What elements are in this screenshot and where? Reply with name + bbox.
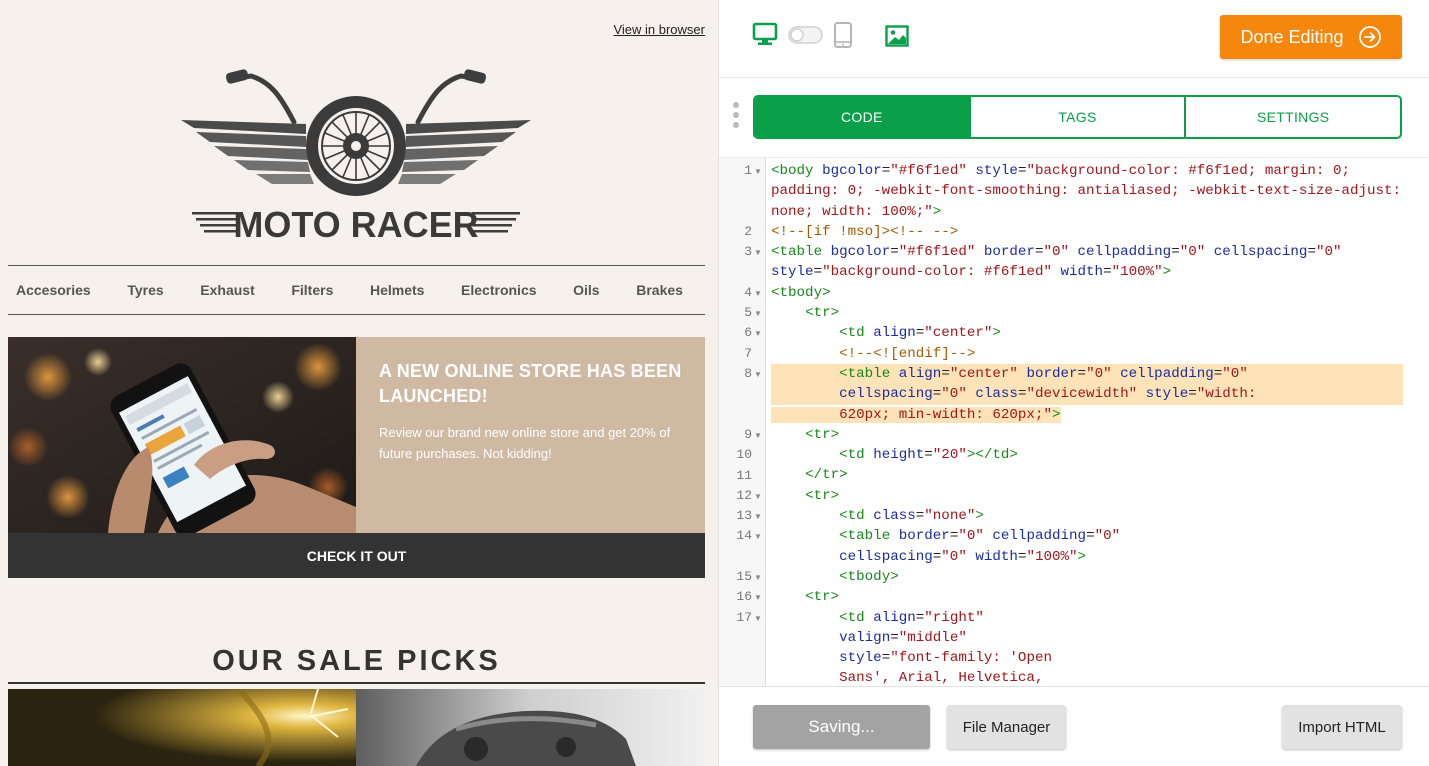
- code-line[interactable]: <table align="center" border="0" cellpad…: [771, 363, 1426, 385]
- code-editor[interactable]: 1 ▼ 2 3 ▼ 4 ▼ 5 ▼ 6 ▼ 7 8 ▼ 9 ▼ 10 11 12 ▼ 13 ▼ 14 ▼ 15 ▼ 16 ▼ 17 ▼ <…: [719, 157, 1429, 686]
- code-editor-panel: Done Editing CODE TAGS SETTINGS 1 ▼ 2 3 ▼ 4 ▼ 5…: [718, 0, 1429, 766]
- fold-arrow-icon[interactable]: ▼: [754, 492, 762, 501]
- highlighted-code: <table align="center" border="0" cellpad…: [771, 363, 1403, 385]
- line-number: 11: [736, 467, 752, 483]
- code-line[interactable]: <body bgcolor="#f6f1ed" style="backgroun…: [771, 161, 1426, 181]
- fold-arrow-icon[interactable]: ▼: [754, 431, 762, 440]
- code-line[interactable]: valign="middle": [771, 628, 1426, 648]
- code-line[interactable]: <tr>: [771, 425, 1426, 445]
- done-editing-button[interactable]: Done Editing: [1220, 15, 1402, 59]
- line-number: 2: [744, 223, 752, 239]
- nav-item-exhaust[interactable]: Exhaust: [200, 282, 254, 298]
- import-html-button[interactable]: Import HTML: [1282, 705, 1402, 749]
- saving-button[interactable]: Saving...: [753, 705, 930, 749]
- fold-arrow-icon[interactable]: ▼: [754, 329, 762, 338]
- editor-toolbar: Done Editing: [719, 0, 1429, 78]
- image-icon[interactable]: [885, 25, 909, 47]
- code-line[interactable]: Sans', Arial, Helvetica,: [771, 668, 1426, 686]
- fold-arrow-icon[interactable]: ▼: [754, 248, 762, 257]
- line-number-gutter: 1 ▼ 2 3 ▼ 4 ▼ 5 ▼ 6 ▼ 7 8 ▼ 9 ▼ 10 11 12 ▼ 13 ▼ 14 ▼ 15 ▼ 16 ▼ 17 ▼: [719, 158, 766, 686]
- code-line[interactable]: <!--<![endif]-->: [771, 344, 1426, 364]
- brand-name: MOTO RACER: [233, 204, 478, 245]
- fold-arrow-icon[interactable]: ▼: [754, 593, 762, 602]
- view-in-browser-link[interactable]: View in browser: [613, 22, 705, 37]
- highlighted-code: cellspacing="0" class="devicewidth" styl…: [771, 384, 1403, 405]
- file-manager-button[interactable]: File Manager: [947, 705, 1066, 749]
- code-line[interactable]: <tr>: [771, 303, 1426, 323]
- code-line[interactable]: none; width: 100%;">: [771, 202, 1426, 222]
- check-it-out-button[interactable]: CHECK IT OUT: [8, 533, 705, 578]
- hero-body: Review our brand new online store and ge…: [379, 425, 671, 461]
- sale-pick-image-light[interactable]: [8, 689, 356, 766]
- fold-arrow-icon[interactable]: ▼: [754, 167, 762, 176]
- view-toggle[interactable]: [788, 26, 823, 44]
- code-text[interactable]: <body bgcolor="#f6f1ed" style="backgroun…: [771, 161, 1426, 686]
- moto-racer-logo: MOTO RACER: [181, 69, 531, 245]
- fold-arrow-icon[interactable]: ▼: [754, 532, 762, 541]
- code-line[interactable]: <td align="center">: [771, 323, 1426, 343]
- tab-tags[interactable]: TAGS: [968, 97, 1185, 137]
- code-line[interactable]: <td class="none">: [771, 506, 1426, 526]
- tab-code[interactable]: CODE: [755, 97, 969, 137]
- nav-item-filters[interactable]: Filters: [291, 282, 333, 298]
- code-line[interactable]: <table bgcolor="#f6f1ed" border="0" cell…: [771, 242, 1426, 262]
- line-number: 7: [744, 345, 752, 361]
- code-line[interactable]: </tr>: [771, 465, 1426, 485]
- nav-item-helmets[interactable]: Helmets: [370, 282, 424, 298]
- code-line[interactable]: style="font-family: 'Open: [771, 648, 1426, 668]
- editor-footer: Saving... File Manager Import HTML: [719, 686, 1429, 766]
- code-line[interactable]: <tbody>: [771, 283, 1426, 303]
- nav-item-brakes[interactable]: Brakes: [636, 282, 683, 298]
- code-line[interactable]: cellspacing="0" width="100%">: [771, 547, 1426, 567]
- code-line[interactable]: <tbody>: [771, 567, 1426, 587]
- code-line[interactable]: <tr>: [771, 587, 1426, 607]
- fold-arrow-icon[interactable]: ▼: [754, 289, 762, 298]
- code-line[interactable]: <!--[if !mso]><!-- -->: [771, 222, 1426, 242]
- nav-item-accesories[interactable]: Accesories: [16, 282, 91, 298]
- drag-handle[interactable]: [733, 102, 741, 132]
- category-nav: Accesories Tyres Exhaust Filters Helmets…: [8, 265, 705, 315]
- code-line[interactable]: <td height="20"></td>: [771, 445, 1426, 465]
- fold-arrow-icon[interactable]: ▼: [754, 573, 762, 582]
- sale-divider: [8, 682, 705, 684]
- desktop-icon[interactable]: [752, 22, 778, 46]
- fold-arrow-icon[interactable]: ▼: [754, 309, 762, 318]
- code-line[interactable]: <tr>: [771, 486, 1426, 506]
- code-line[interactable]: <td align="right": [771, 608, 1426, 628]
- highlighted-code: 620px; min-width: 620px;">: [771, 406, 1061, 423]
- email-preview: View in browser MOTO RACER Accesories Ty…: [0, 0, 718, 766]
- code-line[interactable]: style="background-color: #f6f1ed" width=…: [771, 262, 1426, 282]
- code-line[interactable]: 620px; min-width: 620px;">: [771, 405, 1426, 425]
- fold-arrow-icon[interactable]: ▼: [754, 614, 762, 623]
- arrow-right-circle-icon: [1358, 26, 1381, 48]
- hand-holding-phone-photo: [8, 337, 356, 533]
- fold-arrow-icon[interactable]: ▼: [754, 512, 762, 521]
- fold-arrow-icon[interactable]: ▼: [754, 370, 762, 379]
- mobile-icon[interactable]: [833, 22, 853, 48]
- code-line[interactable]: cellspacing="0" class="devicewidth" styl…: [771, 384, 1426, 405]
- nav-item-tyres[interactable]: Tyres: [127, 282, 163, 298]
- line-number: 10: [736, 447, 752, 463]
- hero-banner: A NEW ONLINE STORE HAS BEEN LAUNCHED! Re…: [8, 337, 705, 578]
- tab-settings[interactable]: SETTINGS: [1184, 97, 1400, 137]
- nav-item-oils[interactable]: Oils: [573, 282, 599, 298]
- hero-text-panel: A NEW ONLINE STORE HAS BEEN LAUNCHED! Re…: [356, 337, 705, 533]
- code-line[interactable]: padding: 0; -webkit-font-smoothing: anti…: [771, 181, 1426, 201]
- done-editing-label: Done Editing: [1240, 26, 1344, 47]
- sale-picks-title: OUR SALE PICKS: [212, 645, 501, 677]
- editor-tabs: CODE TAGS SETTINGS: [753, 95, 1402, 139]
- nav-item-electronics[interactable]: Electronics: [461, 282, 536, 298]
- sale-pick-image-motorcycle[interactable]: [356, 689, 705, 766]
- code-line[interactable]: <table border="0" cellpadding="0": [771, 526, 1426, 546]
- hero-title: A NEW ONLINE STORE HAS BEEN LAUNCHED!: [379, 361, 682, 406]
